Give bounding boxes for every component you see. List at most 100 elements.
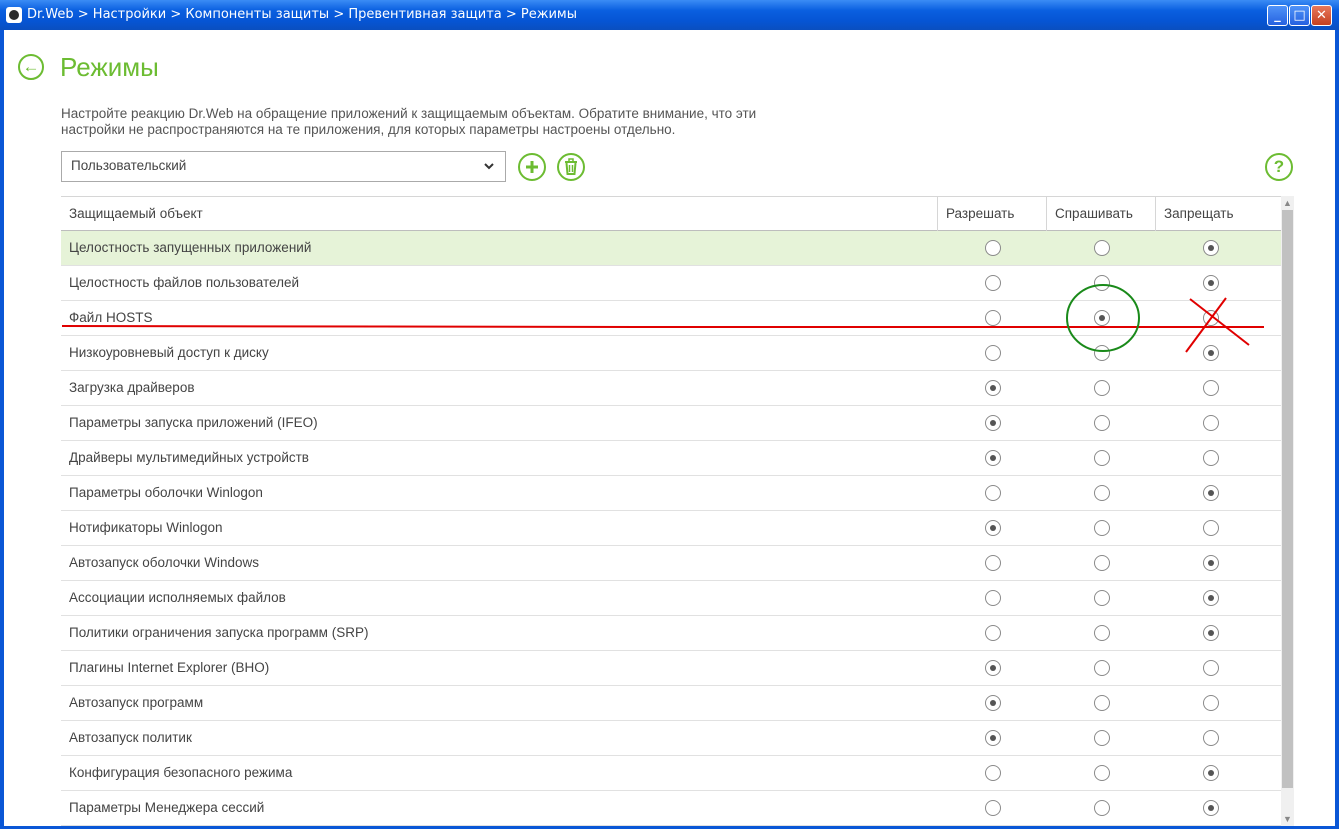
row-object-name: Целостность файлов пользователей — [69, 275, 300, 290]
table-row[interactable]: Целостность запущенных приложений — [61, 231, 1281, 266]
radio-ask[interactable] — [1094, 695, 1110, 711]
radio-allow[interactable] — [985, 310, 1001, 326]
help-button[interactable]: ? — [1265, 153, 1293, 181]
radio-ask[interactable] — [1094, 800, 1110, 816]
drweb-spider-icon — [6, 7, 22, 23]
title-bar: Dr.Web > Настройки > Компоненты защиты >… — [0, 0, 1339, 30]
radio-deny[interactable] — [1203, 275, 1219, 291]
add-profile-button[interactable] — [518, 153, 546, 181]
radio-allow[interactable] — [985, 485, 1001, 501]
radio-ask[interactable] — [1094, 765, 1110, 781]
radio-ask[interactable] — [1094, 730, 1110, 746]
radio-deny[interactable] — [1203, 590, 1219, 606]
table-row[interactable]: Политики ограничения запуска программ (S… — [61, 616, 1281, 651]
maximize-button[interactable]: □ — [1289, 5, 1310, 26]
table-row[interactable]: Параметры запуска приложений (IFEO) — [61, 406, 1281, 441]
table-row[interactable]: Загрузка драйверов — [61, 371, 1281, 406]
column-header-object[interactable]: Защищаемый объект — [61, 197, 937, 231]
page-title: Режимы — [60, 52, 159, 82]
row-object-name: Файл HOSTS — [69, 310, 153, 325]
radio-deny[interactable] — [1203, 380, 1219, 396]
table-row[interactable]: Автозапуск политик — [61, 721, 1281, 756]
radio-ask[interactable] — [1094, 520, 1110, 536]
radio-allow[interactable] — [985, 380, 1001, 396]
radio-ask[interactable] — [1094, 310, 1110, 326]
minimize-button[interactable]: _ — [1267, 5, 1288, 26]
radio-allow[interactable] — [985, 625, 1001, 641]
vertical-scrollbar[interactable]: ▲ ▼ — [1281, 196, 1294, 826]
column-header-ask[interactable]: Спрашивать — [1046, 197, 1155, 231]
radio-deny[interactable] — [1203, 240, 1219, 256]
radio-ask[interactable] — [1094, 450, 1110, 466]
row-object-name: Параметры запуска приложений (IFEO) — [69, 415, 318, 430]
table-row[interactable]: Драйверы мультимедийных устройств — [61, 441, 1281, 476]
profile-dropdown-value: Пользовательский — [71, 158, 187, 173]
radio-deny[interactable] — [1203, 695, 1219, 711]
radio-ask[interactable] — [1094, 590, 1110, 606]
radio-deny[interactable] — [1203, 625, 1219, 641]
radio-deny[interactable] — [1203, 555, 1219, 571]
delete-profile-button[interactable] — [557, 153, 585, 181]
radio-ask[interactable] — [1094, 485, 1110, 501]
radio-allow[interactable] — [985, 800, 1001, 816]
scroll-down-arrow-icon[interactable]: ▼ — [1281, 812, 1294, 826]
radio-allow[interactable] — [985, 415, 1001, 431]
radio-ask[interactable] — [1094, 380, 1110, 396]
radio-allow[interactable] — [985, 240, 1001, 256]
radio-allow[interactable] — [985, 590, 1001, 606]
radio-allow[interactable] — [985, 730, 1001, 746]
profile-dropdown[interactable]: Пользовательский — [61, 151, 506, 182]
table-row[interactable]: Низкоуровневый доступ к диску — [61, 336, 1281, 371]
radio-deny[interactable] — [1203, 415, 1219, 431]
scroll-up-arrow-icon[interactable]: ▲ — [1281, 196, 1294, 210]
column-header-deny[interactable]: Запрещать — [1155, 197, 1265, 231]
radio-deny[interactable] — [1203, 660, 1219, 676]
close-button[interactable]: ✕ — [1311, 5, 1332, 26]
radio-deny[interactable] — [1203, 800, 1219, 816]
table-body: Целостность запущенных приложений Целостн… — [61, 231, 1281, 826]
radio-allow[interactable] — [985, 765, 1001, 781]
radio-allow[interactable] — [985, 345, 1001, 361]
radio-ask[interactable] — [1094, 240, 1110, 256]
back-button[interactable]: ← — [18, 54, 44, 80]
table-header: Защищаемый объект Разрешать Спрашивать З… — [61, 196, 1281, 231]
radio-deny[interactable] — [1203, 485, 1219, 501]
table-row[interactable]: Параметры оболочки Winlogon — [61, 476, 1281, 511]
column-header-allow[interactable]: Разрешать — [937, 197, 1046, 231]
row-object-name: Конфигурация безопасного режима — [69, 765, 293, 780]
radio-deny[interactable] — [1203, 310, 1219, 326]
radio-allow[interactable] — [985, 555, 1001, 571]
radio-deny[interactable] — [1203, 730, 1219, 746]
radio-ask[interactable] — [1094, 555, 1110, 571]
row-object-name: Параметры Менеджера сессий — [69, 800, 265, 815]
radio-deny[interactable] — [1203, 345, 1219, 361]
chevron-down-icon — [484, 163, 494, 170]
radio-allow[interactable] — [985, 520, 1001, 536]
row-object-name: Низкоуровневый доступ к диску — [69, 345, 269, 360]
table-row[interactable]: Файл HOSTS — [61, 301, 1281, 336]
table-row[interactable]: Ассоциации исполняемых файлов — [61, 581, 1281, 616]
row-object-name: Автозапуск политик — [69, 730, 192, 745]
radio-ask[interactable] — [1094, 660, 1110, 676]
radio-ask[interactable] — [1094, 415, 1110, 431]
radio-allow[interactable] — [985, 275, 1001, 291]
row-object-name: Автозапуск программ — [69, 695, 204, 710]
table-row[interactable]: Нотификаторы Winlogon — [61, 511, 1281, 546]
table-row[interactable]: Автозапуск оболочки Windows — [61, 546, 1281, 581]
radio-allow[interactable] — [985, 450, 1001, 466]
radio-ask[interactable] — [1094, 345, 1110, 361]
scrollbar-thumb[interactable] — [1282, 210, 1293, 788]
radio-ask[interactable] — [1094, 275, 1110, 291]
radio-allow[interactable] — [985, 695, 1001, 711]
radio-deny[interactable] — [1203, 765, 1219, 781]
table-row[interactable]: Параметры Менеджера сессий — [61, 791, 1281, 826]
radio-allow[interactable] — [985, 660, 1001, 676]
plus-icon — [526, 161, 538, 173]
table-row[interactable]: Автозапуск программ — [61, 686, 1281, 721]
table-row[interactable]: Плагины Internet Explorer (BHO) — [61, 651, 1281, 686]
radio-deny[interactable] — [1203, 520, 1219, 536]
radio-deny[interactable] — [1203, 450, 1219, 466]
table-row[interactable]: Целостность файлов пользователей — [61, 266, 1281, 301]
table-row[interactable]: Конфигурация безопасного режима — [61, 756, 1281, 791]
radio-ask[interactable] — [1094, 625, 1110, 641]
